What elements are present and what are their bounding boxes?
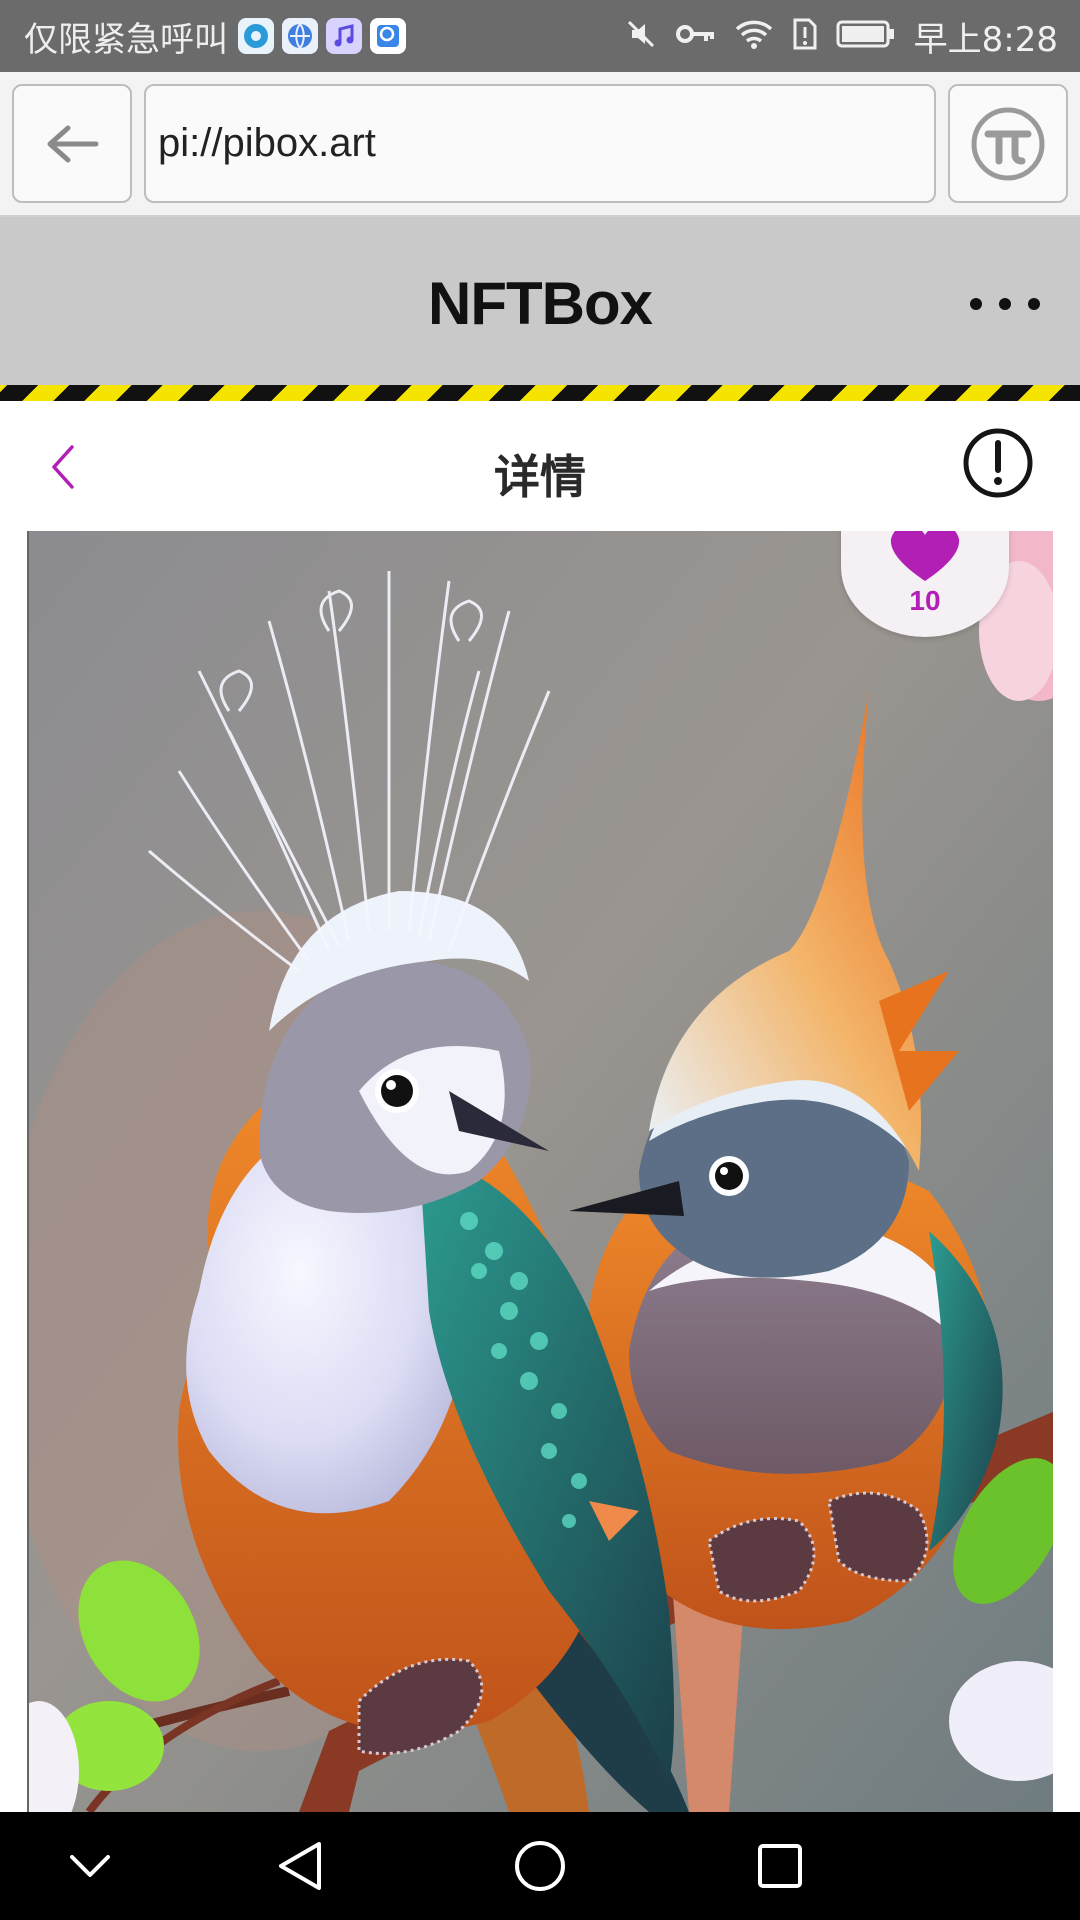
battery-icon: [836, 19, 896, 54]
pi-wallet-button[interactable]: [948, 84, 1068, 203]
pi-logo-icon: [971, 107, 1045, 180]
more-dots-icon[interactable]: [970, 287, 1040, 321]
system-nav-bar: [0, 1812, 1080, 1920]
collapse-icon[interactable]: [60, 1836, 120, 1896]
back-triangle-icon[interactable]: [270, 1836, 330, 1896]
url-field[interactable]: pi://pibox.art: [144, 84, 936, 203]
app-header: NFTBox: [0, 217, 1080, 385]
status-left: 仅限紧急呼叫: [24, 12, 406, 61]
dot: [970, 298, 982, 310]
recents-square-icon[interactable]: [750, 1836, 810, 1896]
browser-back-button[interactable]: [12, 84, 132, 203]
url-text: pi://pibox.art: [158, 121, 376, 165]
search-app-icon: [370, 18, 406, 54]
nft-artwork-image[interactable]: 10: [27, 531, 1053, 1812]
browser-bar: pi://pibox.art: [0, 72, 1080, 217]
dot: [1028, 298, 1040, 310]
heart-icon: [890, 531, 960, 581]
home-circle-icon[interactable]: [510, 1836, 570, 1896]
app-title: NFTBox: [428, 270, 653, 337]
hazard-stripe-divider: [0, 385, 1080, 401]
status-right: 早上8:28: [624, 12, 1058, 61]
arrow-left-icon: [47, 125, 99, 162]
page-title: 详情: [494, 450, 586, 504]
dot: [999, 298, 1011, 310]
globe-app-icon: [282, 18, 318, 54]
carrier-text: 仅限紧急呼叫: [24, 19, 228, 60]
mute-icon: [624, 17, 658, 56]
music-app-icon: [326, 18, 362, 54]
status-bar: 仅限紧急呼叫 早上8:28: [0, 0, 1080, 72]
wifi-icon: [734, 17, 774, 56]
status-time: 早上8:28: [913, 19, 1058, 60]
like-count: 10: [909, 585, 941, 616]
sim-alert-icon: [792, 17, 818, 56]
key-icon: [675, 19, 716, 54]
detail-header: 详情: [0, 401, 1080, 531]
browser-app-icon: [238, 18, 274, 54]
info-circle-icon[interactable]: [962, 427, 1034, 499]
